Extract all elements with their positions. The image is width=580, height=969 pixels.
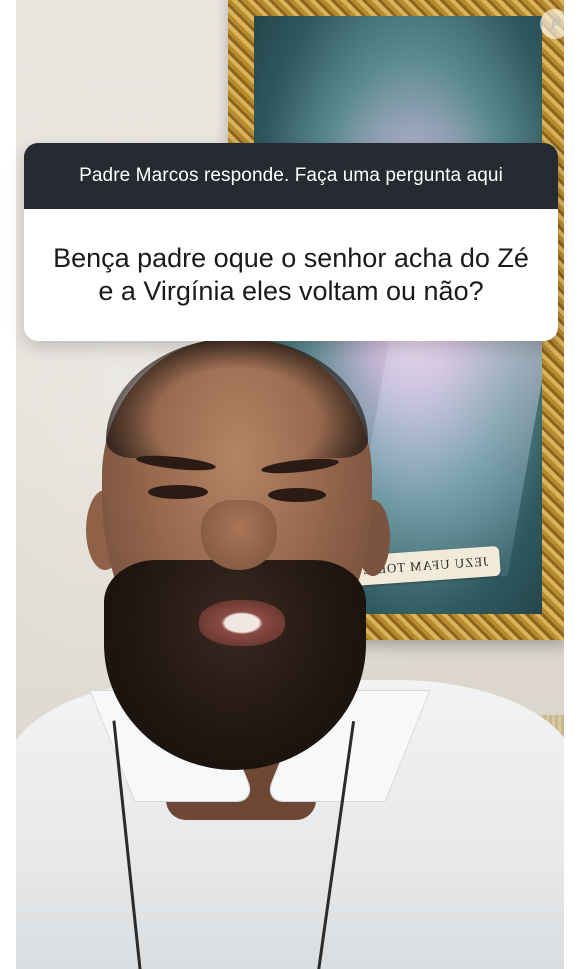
question-sticker-header: Padre Marcos responde. Faça uma pergunta…: [24, 143, 558, 209]
mouth: [199, 600, 285, 646]
watermark-letter: P: [549, 13, 561, 34]
eye-right: [268, 488, 326, 502]
question-sticker[interactable]: Padre Marcos responde. Faça uma pergunta…: [24, 143, 558, 341]
hair: [106, 338, 368, 458]
purepeople-logo-icon: P: [540, 9, 570, 39]
question-text: Bença padre oque o senhor acha do Zé e a…: [53, 243, 529, 306]
nose: [201, 500, 277, 570]
eye-left: [148, 485, 208, 499]
story-screen: JEZU UFAM TOBIE Padre Marcos responde. F…: [0, 0, 580, 969]
